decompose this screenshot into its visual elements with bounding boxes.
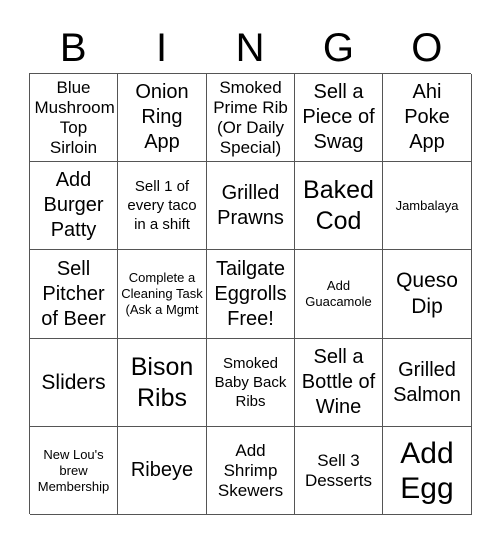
bingo-cell[interactable]: Add Shrimp Skewers xyxy=(207,427,295,515)
cell-text: Add Guacamole xyxy=(305,278,372,309)
cell-text: Sell a Piece of Swag xyxy=(302,81,375,153)
cell-text: Sell 3 Desserts xyxy=(304,450,373,490)
bingo-cell[interactable]: Baked Cod xyxy=(295,162,383,250)
cell-text: Ahi Poke App xyxy=(404,81,450,153)
bingo-cell[interactable]: Sell a Bottle of Wine xyxy=(295,339,383,427)
bingo-cell[interactable]: Onion Ring App xyxy=(118,74,207,162)
bingo-cell[interactable]: Sell 3 Desserts xyxy=(295,427,383,515)
bingo-header: B I N G O xyxy=(29,22,471,74)
cell-text: Add Shrimp Skewers xyxy=(217,440,284,500)
cell-text: Sell Pitcher of Beer xyxy=(41,257,106,330)
bingo-cell[interactable]: Add Egg xyxy=(383,427,472,515)
header-letter-o: O xyxy=(411,26,443,70)
cell-text: Grilled Salmon xyxy=(393,358,461,406)
bingo-grid: Blue Mushroom Top Sirloin Onion Ring App… xyxy=(29,73,472,515)
bingo-cell[interactable]: Tailgate Eggrolls Free! xyxy=(207,250,295,339)
header-letter-b: B xyxy=(59,26,87,70)
bingo-cell[interactable]: Add Burger Patty xyxy=(30,162,118,250)
bingo-cell[interactable]: Blue Mushroom Top Sirloin xyxy=(30,74,118,162)
header-letter-i: I xyxy=(156,26,168,70)
cell-text: Ribeye xyxy=(130,459,194,481)
bingo-cell[interactable]: Sell Pitcher of Beer xyxy=(30,250,118,339)
bingo-cell[interactable]: Bison Ribs xyxy=(118,339,207,427)
bingo-cell[interactable]: Complete a Cleaning Task (Ask a Mgmt xyxy=(118,250,207,339)
cell-text: Onion Ring App xyxy=(135,81,189,153)
bingo-cell[interactable]: Add Guacamole xyxy=(295,250,383,339)
bingo-cell[interactable]: Smoked Prime Rib (Or Daily Special) xyxy=(207,74,295,162)
cell-text: Sell 1 of every taco in a shift xyxy=(127,178,197,233)
bingo-cell[interactable]: Sliders xyxy=(30,339,118,427)
cell-text: New Lou's brew Membership xyxy=(37,446,110,494)
bingo-cell[interactable]: Sell 1 of every taco in a shift xyxy=(118,162,207,250)
bingo-cell[interactable]: Ribeye xyxy=(118,427,207,515)
cell-text: Jambalaya xyxy=(395,197,459,213)
cell-text: Blue Mushroom Top Sirloin xyxy=(34,77,115,157)
cell-text: Smoked Prime Rib (Or Daily Special) xyxy=(213,77,288,157)
bingo-cell[interactable]: Jambalaya xyxy=(383,162,472,250)
cell-text: Tailgate Eggrolls Free! xyxy=(214,257,287,330)
cell-text: Sliders xyxy=(41,370,106,394)
cell-text: Complete a Cleaning Task (Ask a Mgmt xyxy=(121,270,203,317)
cell-text: Queso Dip xyxy=(396,269,458,318)
bingo-cell[interactable]: New Lou's brew Membership xyxy=(30,427,118,515)
bingo-cell[interactable]: Grilled Salmon xyxy=(383,339,472,427)
header-letter-n: N xyxy=(235,26,265,70)
cell-text: Bison Ribs xyxy=(130,352,194,412)
bingo-cell[interactable]: Grilled Prawns xyxy=(207,162,295,250)
cell-text: Smoked Baby Back Ribs xyxy=(214,355,287,410)
cell-text: Add Burger Patty xyxy=(43,169,104,241)
cell-text: Add Egg xyxy=(400,436,454,505)
cell-text: Grilled Prawns xyxy=(217,181,284,229)
bingo-cell[interactable]: Queso Dip xyxy=(383,250,472,339)
header-letter-g: G xyxy=(322,26,354,70)
cell-text: Baked Cod xyxy=(303,175,374,235)
bingo-cell[interactable]: Sell a Piece of Swag xyxy=(295,74,383,162)
cell-text: Sell a Bottle of Wine xyxy=(301,346,376,418)
bingo-cell[interactable]: Smoked Baby Back Ribs xyxy=(207,339,295,427)
bingo-cell[interactable]: Ahi Poke App xyxy=(383,74,472,162)
